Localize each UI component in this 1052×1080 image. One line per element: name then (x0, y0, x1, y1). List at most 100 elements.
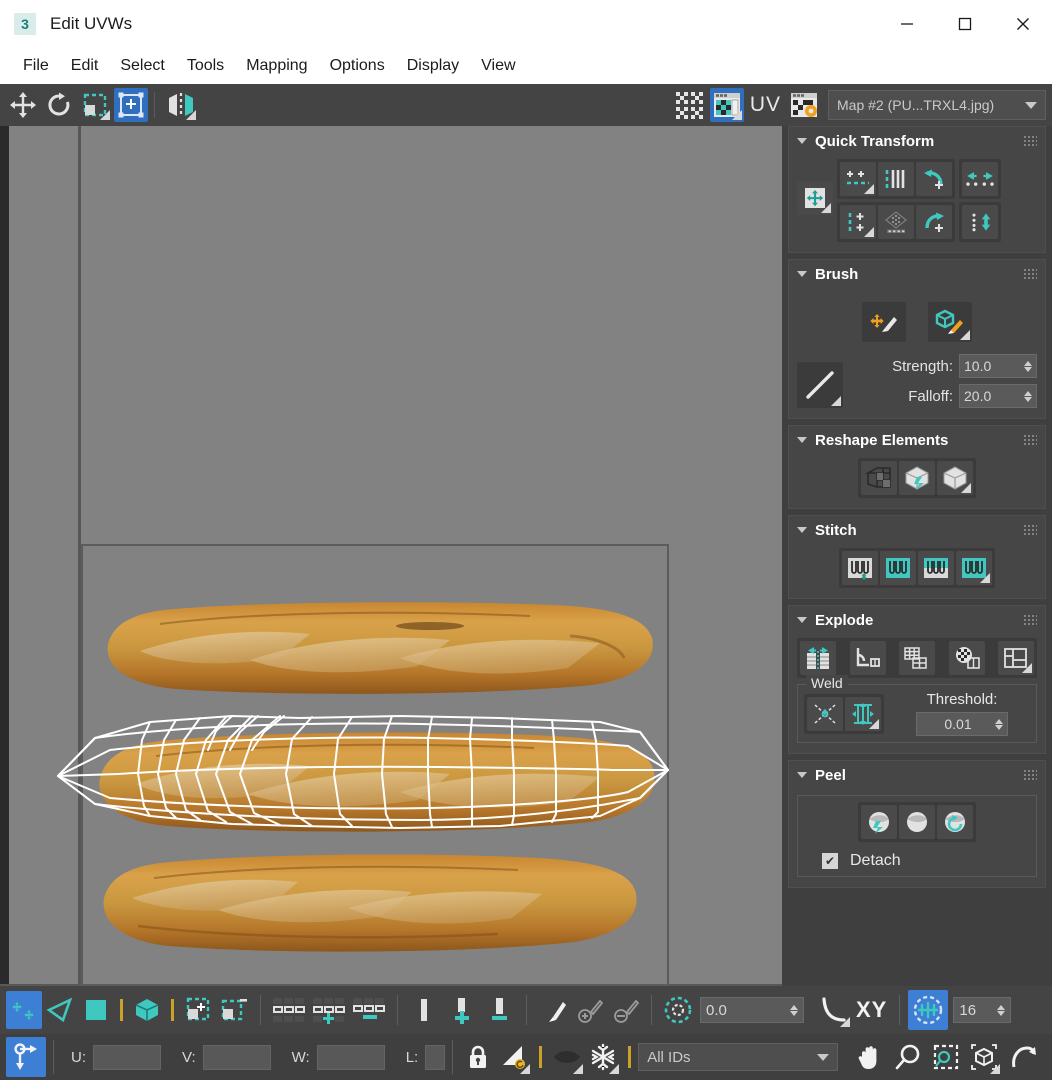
target-weld-button[interactable] (845, 696, 881, 731)
zoom-extents-selected-icon[interactable] (1004, 1038, 1040, 1076)
stitch-to-target-button[interactable] (880, 551, 916, 585)
lock-icon[interactable] (460, 1038, 496, 1076)
uv-toggle-label[interactable]: UV (747, 93, 784, 117)
loop-uv-icon[interactable] (269, 991, 309, 1029)
checker-grid-icon[interactable] (673, 88, 707, 122)
falloff-spinner[interactable]: 20.0 (959, 384, 1037, 408)
align-horizontal-spread-button[interactable] (962, 162, 998, 196)
break-apart-button[interactable] (800, 641, 836, 675)
mirror-tool[interactable] (164, 88, 198, 122)
edge-subobject-mode[interactable] (42, 991, 78, 1029)
explode-by-material-id-button[interactable] (899, 641, 935, 675)
map-options-gear-icon[interactable] (787, 88, 821, 122)
material-ids-combo[interactable]: All IDs (638, 1043, 839, 1071)
triangle-down-icon[interactable] (797, 437, 807, 443)
uv-viewport[interactable] (0, 126, 782, 986)
align-horizontal-icon[interactable] (482, 991, 518, 1029)
threshold-spinner[interactable]: 0.01 (916, 712, 1008, 736)
menu-tools[interactable]: Tools (176, 53, 235, 79)
align-vertical-button[interactable] (840, 205, 876, 239)
explode-to-faces-button[interactable] (998, 641, 1034, 675)
zoom-extents-icon[interactable] (966, 1038, 1002, 1076)
triangle-down-icon[interactable] (797, 772, 807, 778)
align-horizontal-button[interactable] (840, 162, 876, 196)
magnifier-icon[interactable] (890, 1038, 926, 1076)
menu-options[interactable]: Options (319, 53, 396, 79)
unfold-element-button[interactable] (937, 461, 973, 495)
space-diamond-button[interactable] (878, 205, 914, 239)
rotate-cw-90-button[interactable] (916, 205, 952, 239)
loop-uv-grow-icon[interactable] (309, 991, 349, 1029)
minimize-icon[interactable] (878, 0, 936, 48)
prevent-reflatten-icon[interactable] (496, 1038, 532, 1076)
paintbrush-icon[interactable] (535, 991, 571, 1029)
rotate-ccw-90-button[interactable] (916, 162, 952, 196)
hand-icon[interactable] (852, 1038, 888, 1076)
triangle-down-icon[interactable] (797, 527, 807, 533)
move-tool[interactable] (6, 88, 40, 122)
explode-by-smoothing-group-button[interactable] (948, 641, 985, 675)
freeze-icon[interactable] (585, 1038, 621, 1076)
move-transform-icon[interactable] (6, 1037, 46, 1077)
menu-mapping[interactable]: Mapping (235, 53, 318, 79)
scale-tool[interactable] (78, 88, 112, 122)
align-vertical-icon[interactable] (406, 991, 442, 1029)
menu-display[interactable]: Display (396, 53, 470, 79)
space-vertical-button[interactable] (878, 162, 914, 196)
relax-brush-button[interactable] (862, 302, 906, 342)
stitch-both-button[interactable] (956, 551, 992, 585)
u-field[interactable] (93, 1044, 161, 1070)
spinner-arrows-icon[interactable] (997, 1004, 1006, 1016)
spinner-arrows-icon[interactable] (1024, 360, 1032, 372)
soft-selection-falloff-spinner[interactable]: 0.0 (700, 997, 804, 1023)
paint-deform-brush-button[interactable] (928, 302, 972, 342)
menu-file[interactable]: File (12, 53, 60, 79)
close-icon[interactable] (994, 0, 1052, 48)
peel-mode-button[interactable] (899, 805, 935, 839)
spinner-arrows-icon[interactable] (790, 1004, 798, 1016)
shrink-selection-icon[interactable] (216, 991, 252, 1029)
rotate-tool[interactable] (42, 88, 76, 122)
rollout-header-explode[interactable]: Explode (789, 606, 1045, 634)
menu-select[interactable]: Select (109, 53, 175, 79)
rollout-header-reshape-elements[interactable]: Reshape Elements (789, 426, 1045, 454)
w-field[interactable] (316, 1044, 385, 1070)
detach-checkbox[interactable]: ✔ (822, 853, 838, 869)
reset-peel-button[interactable] (937, 805, 973, 839)
ring-uv-icon[interactable] (349, 991, 389, 1029)
explode-by-angle-button[interactable] (849, 641, 886, 675)
snap-toggle[interactable] (908, 990, 949, 1030)
strength-spinner[interactable]: 10.0 (959, 354, 1037, 378)
grow-selection-icon[interactable] (180, 991, 216, 1029)
show-map-icon[interactable] (709, 88, 744, 122)
maximize-icon[interactable] (936, 0, 994, 48)
face-subobject-mode[interactable] (78, 991, 114, 1029)
align-vertical-spread-button[interactable] (962, 205, 998, 239)
triangle-down-icon[interactable] (797, 617, 807, 623)
vertex-subobject-mode[interactable] (6, 991, 42, 1029)
l-field[interactable] (425, 1044, 446, 1070)
stitch-source-button[interactable] (918, 551, 954, 585)
zoom-region-icon[interactable] (928, 1038, 964, 1076)
flatten-by-smoothing-group-button[interactable] (861, 461, 897, 495)
soft-selection-icon[interactable] (660, 991, 696, 1029)
rollout-header-quick-transform[interactable]: Quick Transform (789, 127, 1045, 155)
hide-selected-icon[interactable] (549, 1038, 585, 1076)
menu-view[interactable]: View (470, 53, 526, 79)
v-field[interactable] (202, 1044, 271, 1070)
weld-selected-button[interactable] (807, 696, 843, 731)
axis-constraint-label[interactable]: XY (852, 997, 891, 1023)
falloff-curve-icon[interactable] (814, 991, 852, 1029)
rollout-header-stitch[interactable]: Stitch (789, 516, 1045, 544)
brush-plus-icon[interactable] (571, 991, 607, 1029)
align-vertical-grow-icon[interactable] (442, 991, 482, 1029)
freeform-mode-tool[interactable] (114, 88, 148, 122)
rollout-header-peel[interactable]: Peel (789, 761, 1045, 789)
stitch-custom-button[interactable] (842, 551, 878, 585)
spinner-arrows-icon[interactable] (995, 718, 1003, 730)
brush-falloff-curve-button[interactable] (797, 362, 843, 408)
element-subobject-mode[interactable] (129, 991, 165, 1029)
brush-minus-icon[interactable] (607, 991, 643, 1029)
triangle-down-icon[interactable] (797, 138, 807, 144)
snap-grid-spinner[interactable]: 16 (953, 997, 1012, 1023)
